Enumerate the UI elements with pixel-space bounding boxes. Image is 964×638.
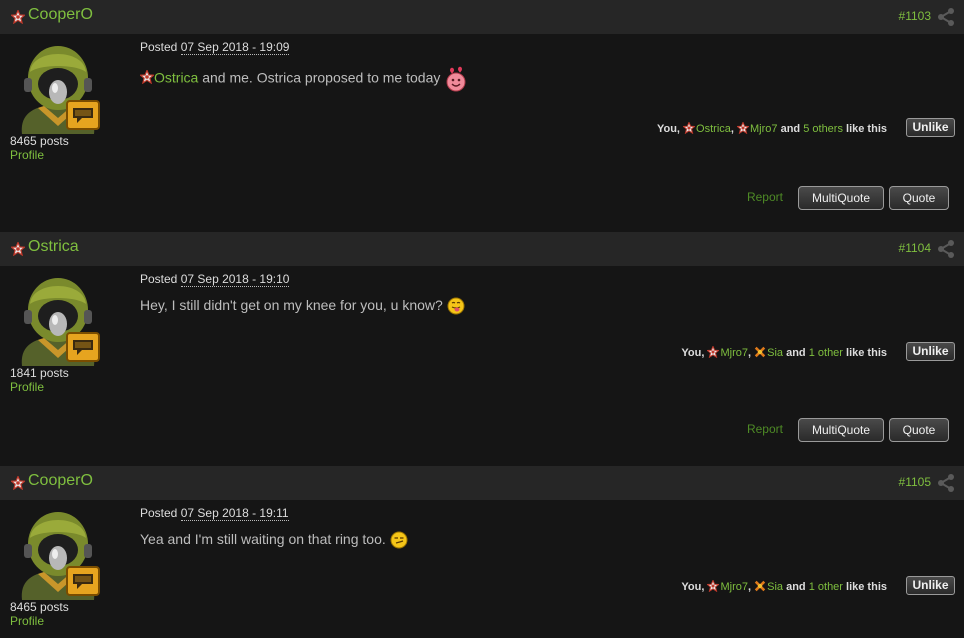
liker-link[interactable]: Mjro7 bbox=[750, 123, 778, 135]
likes-summary: You, Ostrica, Mjro7 and 5 others like th… bbox=[656, 122, 887, 135]
rank-star-icon bbox=[140, 70, 154, 84]
rank-star-icon bbox=[707, 346, 719, 358]
sia-rank-icon bbox=[754, 346, 766, 358]
multiquote-button[interactable]: MultiQuote bbox=[798, 418, 884, 442]
avatar[interactable] bbox=[14, 508, 102, 600]
rank-star-icon bbox=[11, 242, 25, 256]
liker-link[interactable]: Ostrica bbox=[696, 123, 731, 135]
post-body: 1841 posts Profile Posted 07 Sep 2018 - … bbox=[0, 266, 964, 466]
post-1103: CooperO #1103 8465 posts Profile Posted … bbox=[0, 0, 964, 232]
post-header: CooperO #1103 bbox=[0, 0, 964, 34]
liker-link[interactable]: Mjro7 bbox=[720, 347, 748, 359]
rank-star-icon bbox=[683, 122, 695, 134]
author-name-link[interactable]: CooperO bbox=[28, 6, 93, 24]
user-mention-link[interactable]: Ostrica bbox=[154, 70, 198, 86]
post-number-link[interactable]: #1103 bbox=[899, 9, 931, 23]
posted-date: Posted 07 Sep 2018 - 19:11 bbox=[140, 506, 289, 521]
smirk-emoji-icon bbox=[390, 531, 408, 549]
rank-star-icon bbox=[11, 10, 25, 24]
profile-link[interactable]: Profile bbox=[10, 614, 44, 628]
likes-summary: You, Mjro7, Sia and 1 other like this bbox=[681, 346, 887, 359]
post-count: 8465 posts bbox=[10, 134, 69, 148]
post-date-link[interactable]: 07 Sep 2018 - 19:09 bbox=[180, 40, 290, 55]
share-icon[interactable] bbox=[936, 7, 956, 27]
avatar[interactable] bbox=[14, 42, 102, 134]
author-name-link[interactable]: Ostrica bbox=[28, 238, 79, 256]
post-count: 1841 posts bbox=[10, 366, 69, 380]
likes-summary: You, Mjro7, Sia and 1 other like this bbox=[681, 580, 887, 593]
post-body: 8465 posts Profile Posted 07 Sep 2018 - … bbox=[0, 500, 964, 638]
others-link[interactable]: 5 others bbox=[803, 123, 843, 135]
unlike-button[interactable]: Unlike bbox=[906, 118, 955, 137]
quote-button[interactable]: Quote bbox=[889, 186, 949, 210]
posted-date: Posted 07 Sep 2018 - 19:09 bbox=[140, 40, 290, 55]
post-date-link[interactable]: 07 Sep 2018 - 19:11 bbox=[180, 506, 289, 521]
share-icon[interactable] bbox=[936, 473, 956, 493]
sia-rank-icon bbox=[754, 580, 766, 592]
post-number-link[interactable]: #1104 bbox=[899, 241, 931, 255]
post-1104: Ostrica #1104 1841 posts Profile Posted … bbox=[0, 232, 964, 466]
rank-star-icon bbox=[737, 122, 749, 134]
report-link[interactable]: Report bbox=[747, 190, 783, 204]
post-body: 8465 posts Profile Posted 07 Sep 2018 - … bbox=[0, 34, 964, 232]
post-number-link[interactable]: #1105 bbox=[899, 475, 931, 489]
posted-date: Posted 07 Sep 2018 - 19:10 bbox=[140, 272, 290, 287]
unlike-button[interactable]: Unlike bbox=[906, 342, 955, 361]
post-content: Ostrica and me. Ostrica proposed to me t… bbox=[140, 66, 468, 92]
unlike-button[interactable]: Unlike bbox=[906, 576, 955, 595]
quote-button[interactable]: Quote bbox=[889, 418, 949, 442]
liker-link[interactable]: Sia bbox=[767, 347, 783, 359]
author-name-link[interactable]: CooperO bbox=[28, 472, 93, 490]
share-icon[interactable] bbox=[936, 239, 956, 259]
tongue-emoji-icon bbox=[447, 297, 465, 315]
others-link[interactable]: 1 other bbox=[809, 347, 843, 359]
profile-link[interactable]: Profile bbox=[10, 380, 44, 394]
multiquote-button[interactable]: MultiQuote bbox=[798, 186, 884, 210]
liker-link[interactable]: Sia bbox=[767, 581, 783, 593]
rank-star-icon bbox=[707, 580, 719, 592]
report-link[interactable]: Report bbox=[747, 422, 783, 436]
post-1105: CooperO #1105 8465 posts Profile Posted … bbox=[0, 466, 964, 638]
post-content: Hey, I still didn't get on my knee for y… bbox=[140, 297, 465, 315]
post-content: Yea and I'm still waiting on that ring t… bbox=[140, 531, 408, 549]
post-count: 8465 posts bbox=[10, 600, 69, 614]
others-link[interactable]: 1 other bbox=[809, 581, 843, 593]
rank-star-icon bbox=[11, 476, 25, 490]
post-header: CooperO #1105 bbox=[0, 466, 964, 500]
post-header: Ostrica #1104 bbox=[0, 232, 964, 266]
liker-link[interactable]: Mjro7 bbox=[720, 581, 748, 593]
hearts-emoji-icon bbox=[446, 66, 466, 92]
post-date-link[interactable]: 07 Sep 2018 - 19:10 bbox=[180, 272, 290, 287]
profile-link[interactable]: Profile bbox=[10, 148, 44, 162]
avatar[interactable] bbox=[14, 274, 102, 366]
